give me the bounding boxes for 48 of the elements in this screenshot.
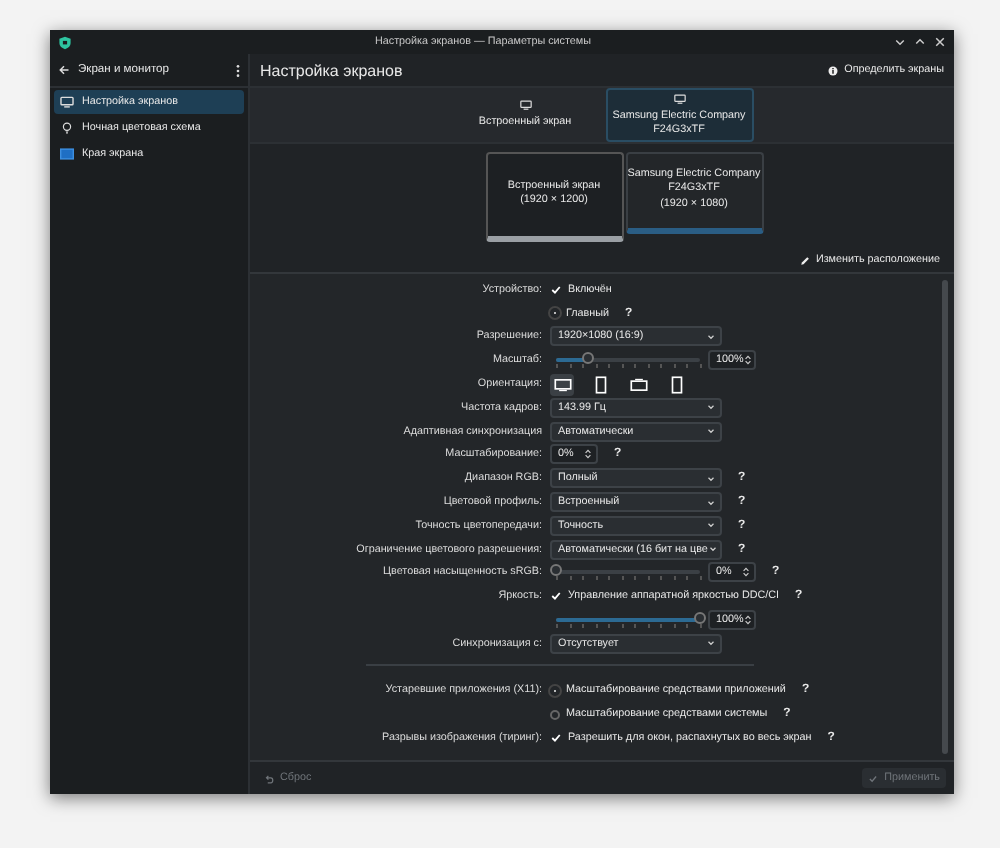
chevron-down-icon [706,520,716,531]
screen-edges-icon [60,148,74,160]
checkmark-icon [550,283,562,296]
up-down-icon [584,448,592,461]
slider[interactable] [556,358,700,363]
slider-handle[interactable] [550,564,562,577]
chevron-down-icon [706,426,716,437]
shield-icon [58,35,72,49]
checkmark-icon [550,590,562,603]
info-icon [828,65,839,75]
up-down-icon [743,614,752,627]
bulb-icon [60,122,74,134]
chevron-down-icon [707,544,718,555]
portrait-screen-icon [667,375,685,394]
chevron-down-icon [706,331,716,342]
scrollbar[interactable] [942,280,948,754]
monitor-icon [673,93,685,104]
close-icon[interactable] [934,36,946,48]
checkbox[interactable] [550,283,562,296]
up-down-icon [743,354,752,367]
slider-handle[interactable] [694,612,706,625]
chevron-down-icon [706,497,716,508]
back-arrow-icon [58,64,70,76]
orientation-button[interactable] [626,373,650,396]
slider-handle[interactable] [581,352,594,365]
pencil-icon [799,255,810,265]
radio-button[interactable] [550,308,560,319]
checkbox[interactable] [550,732,562,745]
chevron-down-icon [706,473,716,484]
undo-icon [264,773,274,783]
monitor-icon [60,96,74,108]
radio-button[interactable] [550,685,560,696]
page-title: Настройка экранов [260,61,403,79]
orientation-button[interactable] [550,373,574,396]
checkmark-icon [868,773,879,783]
chevron-down-icon [706,638,716,649]
checkmark-icon [550,732,562,745]
flipped-screen-icon [629,375,647,394]
slider[interactable] [556,618,700,623]
portrait-screen-icon [591,375,609,394]
monitor-icon [519,100,531,111]
minimize-icon[interactable] [894,36,906,48]
up-down-icon [742,566,750,579]
checkbox[interactable] [550,590,562,603]
maximize-icon[interactable] [914,36,926,48]
radio-button[interactable] [550,709,560,720]
chevron-down-icon [706,402,716,413]
landscape-screen-icon [553,375,571,394]
